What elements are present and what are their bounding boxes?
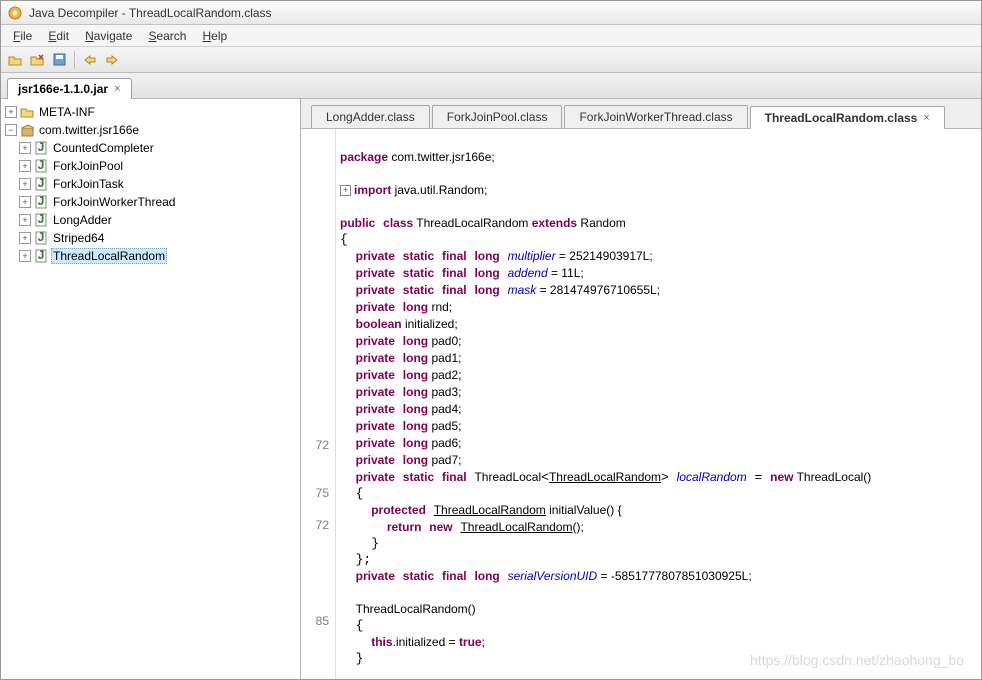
svg-text:J: J — [38, 177, 45, 190]
svg-text:J: J — [38, 159, 45, 172]
editor-tab-label: ForkJoinPool.class — [447, 110, 548, 124]
save-icon[interactable] — [49, 50, 69, 70]
svg-text:J: J — [38, 231, 45, 244]
expand-icon[interactable]: + — [19, 232, 31, 244]
editor-tab-strip: LongAdder.class ForkJoinPool.class ForkJoi… — [301, 99, 981, 129]
package-icon — [19, 122, 35, 138]
tree-item-label: ThreadLocalRandom — [51, 248, 167, 264]
tree-item-label: ForkJoinPool — [51, 159, 125, 173]
folder-icon — [19, 104, 35, 120]
tree-node-class[interactable]: + J ForkJoinPool — [1, 157, 300, 175]
editor-tab[interactable]: ForkJoinWorkerThread.class — [564, 105, 747, 128]
jar-tab-label: jsr166e-1.1.0.jar — [18, 82, 108, 96]
editor-pane: LongAdder.class ForkJoinPool.class ForkJoi… — [301, 99, 981, 679]
toolbar-separator — [74, 51, 75, 69]
fold-icon[interactable]: + — [340, 185, 351, 196]
tree-item-label: Striped64 — [51, 231, 106, 245]
editor-tab-label: ThreadLocalRandom.class — [765, 111, 918, 125]
class-file-icon: J — [33, 158, 49, 174]
tool-bar — [1, 47, 981, 73]
class-file-icon: J — [33, 140, 49, 156]
app-icon — [7, 5, 23, 21]
svg-text:J: J — [38, 195, 45, 208]
class-file-icon: J — [33, 248, 49, 264]
jar-tab[interactable]: jsr166e-1.1.0.jar × — [7, 78, 132, 99]
svg-text:J: J — [38, 141, 45, 154]
class-file-icon: J — [33, 194, 49, 210]
tree-node-class[interactable]: + J LongAdder — [1, 211, 300, 229]
code-editor[interactable]: package com.twitter.jsr166e; +import jav… — [336, 129, 981, 679]
tree-node-class[interactable]: + J CountedCompleter — [1, 139, 300, 157]
tree-item-label: ForkJoinWorkerThread — [51, 195, 177, 209]
menu-edit[interactable]: Edit — [40, 27, 77, 45]
editor-tab[interactable]: ForkJoinPool.class — [432, 105, 563, 128]
class-file-icon: J — [33, 230, 49, 246]
tree-node-package[interactable]: − com.twitter.jsr166e — [1, 121, 300, 139]
title-bar: Java Decompiler - ThreadLocalRandom.clas… — [1, 1, 981, 25]
jar-tab-strip: jsr166e-1.1.0.jar × — [1, 73, 981, 99]
menu-search[interactable]: Search — [140, 27, 194, 45]
back-icon[interactable] — [80, 50, 100, 70]
editor-tab[interactable]: ThreadLocalRandom.class × — [750, 106, 945, 129]
tree-node-class[interactable]: + J ThreadLocalRandom — [1, 247, 300, 265]
open-file-icon[interactable] — [5, 50, 25, 70]
menu-help[interactable]: Help — [194, 27, 235, 45]
menu-bar: File Edit Navigate Search Help — [1, 25, 981, 47]
collapse-icon[interactable]: − — [5, 124, 17, 136]
close-file-icon[interactable] — [27, 50, 47, 70]
expand-icon[interactable]: + — [19, 214, 31, 226]
expand-icon[interactable]: + — [19, 178, 31, 190]
forward-icon[interactable] — [102, 50, 122, 70]
svg-text:J: J — [38, 213, 45, 226]
tree-item-label: CountedCompleter — [51, 141, 156, 155]
editor-tab-label: LongAdder.class — [326, 110, 415, 124]
close-icon[interactable]: × — [923, 112, 929, 124]
tree-item-label: LongAdder — [51, 213, 114, 227]
class-file-icon: J — [33, 212, 49, 228]
expand-icon[interactable]: + — [19, 250, 31, 262]
menu-navigate[interactable]: Navigate — [77, 27, 140, 45]
svg-text:J: J — [38, 249, 45, 262]
watermark: https://blog.csdn.net/zhaohong_bo — [750, 652, 964, 668]
expand-icon[interactable]: + — [19, 160, 31, 172]
tree-node-meta-inf[interactable]: + META-INF — [1, 103, 300, 121]
editor-tab[interactable]: LongAdder.class — [311, 105, 430, 128]
expand-icon[interactable]: + — [19, 196, 31, 208]
tree-item-label: ForkJoinTask — [51, 177, 126, 191]
expand-icon[interactable]: + — [19, 142, 31, 154]
gutter: 7275728594 — [301, 129, 336, 679]
close-icon[interactable]: × — [114, 83, 120, 95]
editor-tab-label: ForkJoinWorkerThread.class — [579, 110, 732, 124]
expand-icon[interactable]: + — [5, 106, 17, 118]
menu-file[interactable]: File — [5, 27, 40, 45]
class-file-icon: J — [33, 176, 49, 192]
tree-node-class[interactable]: + J Striped64 — [1, 229, 300, 247]
tree-node-class[interactable]: + J ForkJoinTask — [1, 175, 300, 193]
package-tree[interactable]: + META-INF − com.twitter.jsr166e + J Count… — [1, 99, 301, 679]
window-title: Java Decompiler - ThreadLocalRandom.clas… — [29, 6, 272, 20]
tree-node-class[interactable]: + J ForkJoinWorkerThread — [1, 193, 300, 211]
